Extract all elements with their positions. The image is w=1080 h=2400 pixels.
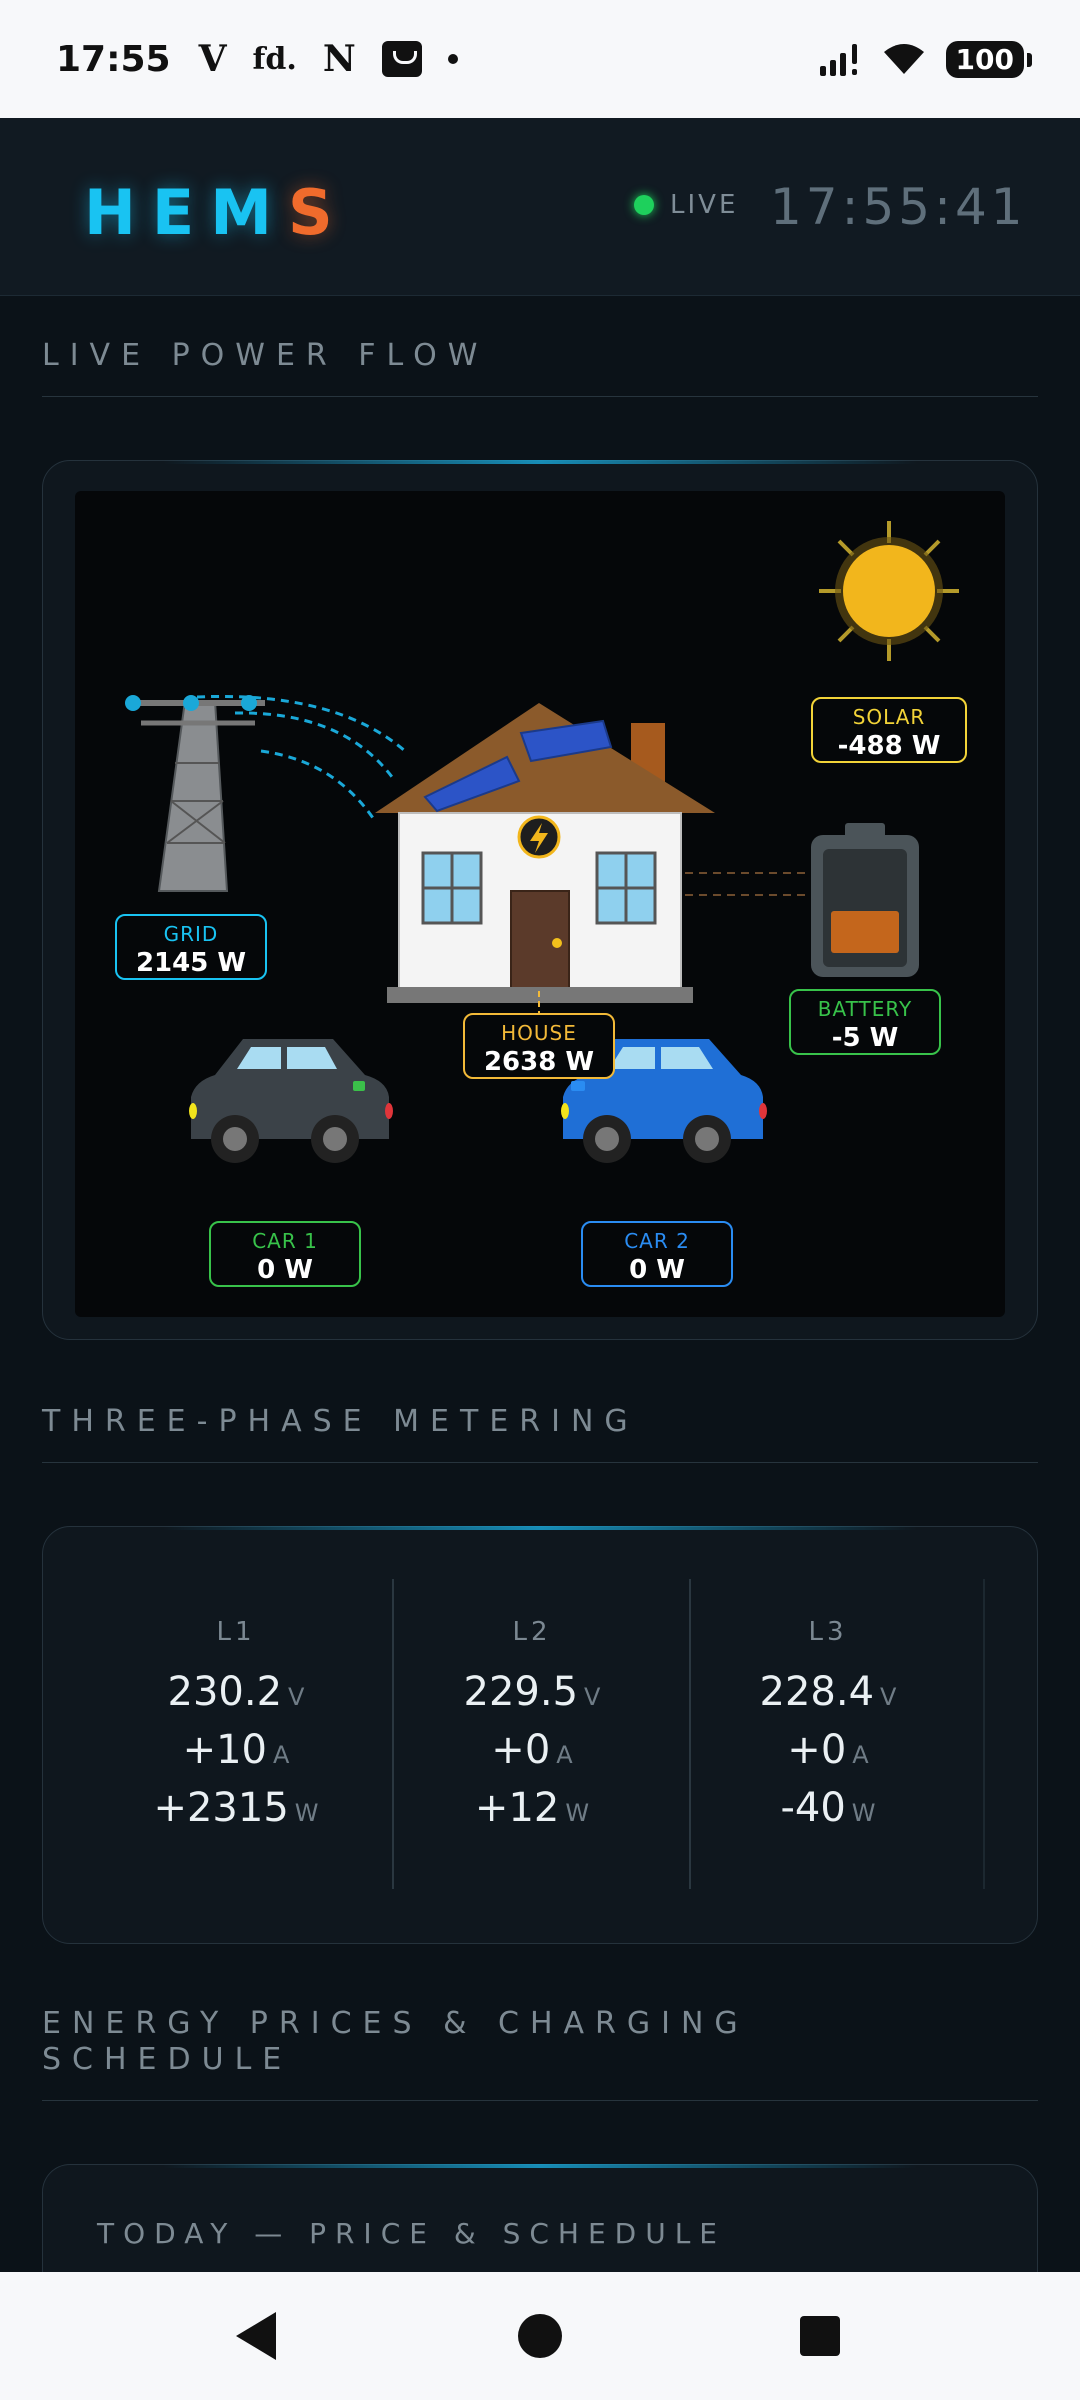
solar-label: SOLAR bbox=[852, 705, 926, 729]
phase-current: +10 A bbox=[87, 1727, 385, 1773]
card-glow bbox=[163, 1526, 917, 1530]
voltage-unit: V bbox=[880, 1683, 897, 1711]
phase-l2: L2 229.5 V +0 A +12 W bbox=[383, 1581, 681, 1891]
phase-voltage: 229.5 V bbox=[383, 1669, 681, 1715]
app-v-icon: V bbox=[198, 38, 227, 80]
app-n-icon: N bbox=[322, 38, 356, 80]
sun-icon bbox=[819, 521, 959, 661]
back-icon[interactable] bbox=[236, 2312, 276, 2360]
battery-label: BATTERY bbox=[817, 997, 913, 1021]
section-divider bbox=[42, 2100, 1038, 2101]
voltage-unit: V bbox=[288, 1683, 305, 1711]
solar-value: -488 W bbox=[837, 731, 941, 761]
grid-badge: GRID 2145 W bbox=[115, 914, 267, 980]
phase-current: +0 A bbox=[383, 1727, 681, 1773]
card-glow bbox=[163, 2164, 917, 2168]
card-glow bbox=[163, 460, 917, 464]
power-unit: W bbox=[851, 1799, 876, 1827]
wifi-icon bbox=[883, 44, 924, 74]
car2-badge: CAR 2 0 W bbox=[581, 1221, 733, 1287]
prices-subtitle: TODAY — PRICE & SCHEDULE bbox=[97, 2217, 726, 2250]
phase-name: L1 bbox=[216, 1617, 256, 1647]
phase-power: +2315 W bbox=[87, 1785, 385, 1831]
power-flow-card: GRID 2145 W SOLAR -488 W HOUSE 2638 W BA… bbox=[42, 460, 1038, 1340]
battery-indicator: 100 bbox=[945, 40, 1033, 78]
current-unit: A bbox=[556, 1741, 573, 1769]
current-value: +10 bbox=[182, 1727, 267, 1773]
current-value: +0 bbox=[787, 1727, 847, 1773]
logo-main-text: HEM bbox=[84, 176, 288, 249]
app-fd-icon: fd. bbox=[252, 41, 297, 77]
phase-current: +0 A bbox=[679, 1727, 977, 1773]
metering-card: L1 230.2 V +10 A +2315 W L2 229.5 V +0 A +12 W… bbox=[42, 1526, 1038, 1944]
house-badge: HOUSE 2638 W bbox=[463, 1013, 615, 1079]
voltage-value: 229.5 bbox=[463, 1669, 579, 1715]
phase-voltage: 228.4 V bbox=[679, 1669, 977, 1715]
signal-icon bbox=[819, 44, 857, 76]
car1-value: 0 W bbox=[257, 1255, 313, 1285]
notification-icons: V fd. N bbox=[199, 38, 458, 80]
current-value: +0 bbox=[491, 1727, 551, 1773]
battery-link-lines bbox=[685, 872, 815, 896]
power-unit: W bbox=[294, 1799, 319, 1827]
hems-logo: HEMS bbox=[84, 176, 349, 249]
car1-label: CAR 1 bbox=[252, 1229, 318, 1253]
system-nav-bar bbox=[0, 2272, 1080, 2400]
current-unit: A bbox=[852, 1741, 869, 1769]
house-label: HOUSE bbox=[501, 1021, 577, 1045]
grid-power-lines bbox=[196, 695, 406, 822]
voltage-value: 228.4 bbox=[759, 1669, 875, 1715]
section-title-prices: ENERGY PRICES & CHARGING SCHEDULE bbox=[42, 2006, 749, 2078]
phase-l3: L3 228.4 V +0 A -40 W bbox=[679, 1581, 977, 1891]
power-value: +12 bbox=[474, 1785, 560, 1831]
section-title-metering: THREE-PHASE METERING bbox=[42, 1404, 639, 1439]
phase-power: +12 W bbox=[383, 1785, 681, 1831]
section-divider bbox=[42, 1462, 1038, 1463]
car2-value: 0 W bbox=[629, 1255, 685, 1285]
current-unit: A bbox=[273, 1741, 290, 1769]
grid-label: GRID bbox=[163, 922, 219, 946]
logo-accent-text: S bbox=[287, 176, 349, 249]
voltage-value: 230.2 bbox=[167, 1669, 283, 1715]
header-clock: 17:55:41 bbox=[770, 178, 1027, 236]
status-bar: 17:55 V fd. N 100 bbox=[0, 0, 1080, 118]
status-right: 100 bbox=[818, 40, 1033, 78]
section-title-power-flow: LIVE POWER FLOW bbox=[42, 338, 489, 373]
phase-name: L3 bbox=[808, 1617, 848, 1647]
power-value: -40 bbox=[780, 1785, 846, 1831]
phase-l1: L1 230.2 V +10 A +2315 W bbox=[87, 1581, 385, 1891]
power-flow-diagram: GRID 2145 W SOLAR -488 W HOUSE 2638 W BA… bbox=[75, 491, 1005, 1317]
phase-divider bbox=[983, 1579, 985, 1889]
car1-badge: CAR 1 0 W bbox=[209, 1221, 361, 1287]
more-notifications-dot-icon bbox=[447, 54, 458, 64]
phase-name: L2 bbox=[512, 1617, 552, 1647]
battery-icon bbox=[811, 823, 919, 977]
voltage-unit: V bbox=[584, 1683, 601, 1711]
prices-title-line1: ENERGY PRICES & CHARGING bbox=[42, 2006, 749, 2041]
section-divider bbox=[42, 396, 1038, 397]
live-label: LIVE bbox=[670, 190, 739, 220]
live-status-icon bbox=[634, 195, 654, 215]
grid-value: 2145 W bbox=[135, 948, 247, 978]
app-header: HEMS LIVE 17:55:41 bbox=[0, 118, 1080, 296]
grid-tower-icon bbox=[125, 695, 265, 892]
shopping-bag-icon bbox=[381, 41, 422, 77]
prices-title-line2: SCHEDULE bbox=[42, 2042, 293, 2077]
house-value: 2638 W bbox=[483, 1047, 595, 1077]
power-value: +2315 bbox=[153, 1785, 289, 1831]
power-flow-graphic bbox=[125, 521, 959, 1163]
battery-value: -5 W bbox=[831, 1023, 899, 1053]
power-unit: W bbox=[565, 1799, 590, 1827]
car1-icon bbox=[189, 1039, 393, 1163]
battery-badge: BATTERY -5 W bbox=[789, 989, 941, 1055]
phase-power: -40 W bbox=[679, 1785, 977, 1831]
recent-apps-icon[interactable] bbox=[800, 2316, 840, 2356]
phase-voltage: 230.2 V bbox=[87, 1669, 385, 1715]
home-icon[interactable] bbox=[518, 2314, 562, 2358]
car2-label: CAR 2 bbox=[624, 1229, 690, 1253]
house-icon bbox=[375, 703, 715, 1013]
solar-badge: SOLAR -488 W bbox=[811, 697, 967, 763]
status-time: 17:55 bbox=[56, 38, 171, 80]
